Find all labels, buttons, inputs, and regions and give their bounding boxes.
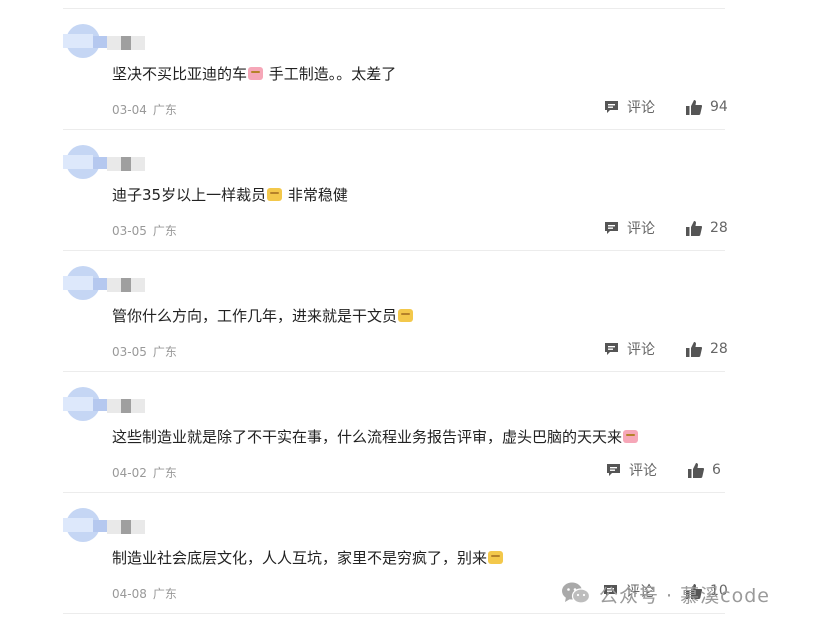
comment-meta: 04-08 广东: [112, 585, 177, 602]
reply-label: 评论: [627, 342, 655, 358]
comment-item: 坚决不买比亚迪的车 手工制造。。太差了 03-04 广东 评论 94: [63, 9, 728, 130]
comment-icon: [604, 100, 619, 114]
comment-date: 04-02: [112, 466, 147, 480]
reply-button[interactable]: 评论: [604, 340, 655, 358]
comment-location: 广东: [152, 587, 177, 601]
comment-text: 制造业社会底层文化，人人互坑，家里不是穷疯了，别来: [112, 548, 504, 568]
comment-text: 管你什么方向，工作几年，进来就是干文员: [112, 306, 414, 326]
comment-text: 迪子35岁以上一样裁员 非常稳健: [112, 186, 348, 204]
like-button[interactable]: 28: [686, 340, 728, 358]
username-blurred[interactable]: [107, 36, 145, 50]
thumbs-up-icon: [686, 99, 702, 115]
thumbs-up-icon: [686, 341, 702, 357]
reply-button[interactable]: 评论: [604, 219, 655, 237]
username-blurred[interactable]: [107, 278, 145, 292]
comment-location: 广东: [152, 103, 177, 117]
comment-icon: [604, 221, 619, 235]
comment-date: 03-05: [112, 224, 147, 238]
watermark-text: 公众号 · 慕溪code: [599, 584, 770, 607]
emoji-icon: [398, 309, 414, 322]
comment-date: 03-05: [112, 345, 147, 359]
comment-location: 广东: [152, 466, 177, 480]
watermark: 公众号 · 慕溪code: [561, 580, 770, 608]
username-blurred[interactable]: [107, 520, 145, 534]
reply-label: 评论: [627, 100, 655, 116]
like-count: 94: [710, 99, 728, 115]
like-count: 28: [710, 220, 728, 236]
emoji-icon: [488, 551, 504, 564]
comment-meta: 03-04 广东: [112, 101, 177, 118]
reply-label: 评论: [629, 463, 657, 479]
comment-meta: 03-05 广东: [112, 343, 177, 360]
username-blurred[interactable]: [107, 399, 145, 413]
username-blurred[interactable]: [107, 157, 145, 171]
comment-list: 坚决不买比亚迪的车 手工制造。。太差了 03-04 广东 评论 94 迪子35岁以…: [0, 0, 813, 626]
comment-text: 坚决不买比亚迪的车 手工制造。。太差了: [112, 65, 397, 83]
wechat-icon: [561, 581, 591, 607]
like-button[interactable]: 28: [686, 219, 728, 237]
thumbs-up-icon: [686, 220, 702, 236]
comment-location: 广东: [152, 224, 177, 238]
comment-icon: [604, 342, 619, 356]
comment-location: 广东: [152, 345, 177, 359]
comment-date: 04-08: [112, 587, 147, 601]
like-count: 6: [712, 462, 721, 478]
like-button[interactable]: 94: [686, 98, 728, 116]
comment-meta: 04-02 广东: [112, 464, 177, 481]
reply-button[interactable]: 评论: [604, 98, 655, 116]
like-count: 28: [710, 341, 728, 357]
comment-item: 这些制造业就是除了不干实在事，什么流程业务报告评审，虚头巴脑的天天来 04-02…: [63, 372, 725, 493]
comment-item: 管你什么方向，工作几年，进来就是干文员 03-05 广东 评论 28: [63, 251, 728, 372]
comment-text: 这些制造业就是除了不干实在事，什么流程业务报告评审，虚头巴脑的天天来: [112, 427, 639, 447]
emoji-icon: [267, 188, 283, 201]
emoji-icon: [248, 67, 264, 80]
reply-label: 评论: [627, 221, 655, 237]
comment-icon: [606, 463, 621, 477]
comment-meta: 03-05 广东: [112, 222, 177, 239]
emoji-icon: [623, 430, 639, 443]
comment-item: 迪子35岁以上一样裁员 非常稳健 03-05 广东 评论 28: [63, 130, 728, 251]
reply-button[interactable]: 评论: [606, 461, 657, 479]
comment-date: 03-04: [112, 103, 147, 117]
like-button[interactable]: 6: [688, 461, 721, 479]
thumbs-up-icon: [688, 462, 704, 478]
